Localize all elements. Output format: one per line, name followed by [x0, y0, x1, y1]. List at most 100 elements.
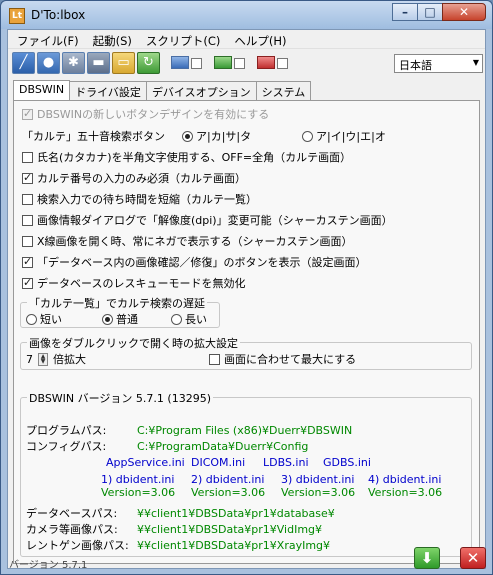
- zoom-fit-checkbox[interactable]: [209, 353, 220, 365]
- xray-checkbox[interactable]: [277, 58, 288, 69]
- karte-search-opt2-label: ア|イ|ウ|エ|オ: [316, 130, 386, 143]
- delay-normal-radio[interactable]: [102, 313, 113, 325]
- delay-options-row: 短い 普通 長い: [26, 311, 207, 327]
- dpi-option[interactable]: 画像情報ダイアログで「解像度(dpi)」変更可能（シャーカステン画面）: [22, 212, 393, 228]
- show-db-button-option[interactable]: 「データベース内の画像確認／修復」のボタンを表示（設定画面）: [22, 254, 366, 270]
- program-path-row: プログラムパス: C:¥Program Files (x86)¥Duerr¥DB…: [26, 422, 352, 438]
- menu-file[interactable]: ファイル(F): [10, 30, 86, 48]
- xray-path-value: ¥¥client1¥DBSData¥pr1¥XrayImg¥: [137, 538, 331, 552]
- menu-launch[interactable]: 起動(S): [86, 30, 139, 48]
- shorten-wait-checkbox[interactable]: [22, 193, 33, 205]
- zoom-unit-label: 倍拡大: [53, 353, 86, 366]
- disable-rescue-checkbox[interactable]: [22, 276, 33, 289]
- language-select[interactable]: 日本語 ▼: [394, 54, 483, 73]
- karte-search-row: 「カルテ」五十音検索ボタン ア|カ|サ|タ ア|イ|ウ|エ|オ: [22, 128, 386, 144]
- camera-path-row: カメラ等画像パス: ¥¥client1¥DBSData¥pr1¥VidImg¥: [26, 521, 322, 537]
- delay-short-label: 短い: [40, 313, 62, 326]
- halfwidth-label: 氏名(カタカナ)を半角文字使用する、OFF=全角（カルテ画面）: [37, 151, 352, 164]
- dbident-4-version: Version=3.06: [368, 486, 443, 499]
- folder-tool-button[interactable]: ▭: [112, 52, 135, 74]
- zoom-group-title: 画像をダブルクリックで開く時の拡大設定: [27, 335, 240, 351]
- new-button-design-checkbox[interactable]: [22, 107, 33, 120]
- karte-search-radio-2[interactable]: [302, 130, 313, 142]
- tab-system[interactable]: システム: [255, 81, 312, 100]
- halfwidth-option[interactable]: 氏名(カタカナ)を半角文字使用する、OFF=全角（カルテ画面）: [22, 149, 351, 165]
- tab-driver-settings[interactable]: ドライバ設定: [69, 81, 147, 100]
- show-db-button-label: 「データベース内の画像確認／修復」のボタンを表示（設定画面）: [37, 256, 367, 269]
- close-icon: ✕: [466, 549, 480, 567]
- tab-strip: DBSWIN ドライバ設定 デバイスオプション システム: [13, 80, 312, 101]
- pen-tool-button[interactable]: ╱: [12, 52, 35, 74]
- new-button-design-option[interactable]: DBSWINの新しいボタンデザインを有効にする: [22, 106, 269, 122]
- xray-path-row: レントゲン画像パス: ¥¥client1¥DBSData¥pr1¥XrayImg…: [26, 537, 330, 553]
- ini-files-row: AppService.ini DICOM.ini LDBS.ini GDBS.i…: [106, 456, 371, 469]
- numeric-only-option[interactable]: カルテ番号の入力のみ必須（カルテ画面）: [22, 170, 246, 186]
- karte-search-radio-1[interactable]: [182, 130, 193, 142]
- save-button[interactable]: ⬇: [414, 547, 440, 569]
- program-path-value: C:¥Program Files (x86)¥Duerr¥DBSWIN: [137, 423, 353, 437]
- xray-negative-label: X線画像を開く時、常にネガで表示する（シャーカステン画面）: [37, 235, 353, 248]
- ini-file-gdbs: GDBS.ini: [323, 456, 371, 469]
- refresh-tool-button[interactable]: ↻: [137, 52, 160, 74]
- app-icon-text: Lt: [11, 11, 23, 21]
- dbident-2-name: 2) dbident.ini: [191, 473, 265, 486]
- xray-negative-option[interactable]: X線画像を開く時、常にネガで表示する（シャーカステン画面）: [22, 233, 353, 249]
- show-db-button-checkbox[interactable]: [22, 255, 33, 268]
- maximize-button[interactable]: □: [417, 3, 443, 21]
- intraoral-checkbox[interactable]: [234, 58, 245, 69]
- toolbar: ╱ ● ✱ ▬ ▭ ↻ 日本語 ▼: [8, 49, 485, 78]
- ini-file-ldbs: LDBS.ini: [263, 456, 309, 469]
- menu-help[interactable]: ヘルプ(H): [227, 30, 293, 48]
- zoom-group: 画像をダブルクリックで開く時の拡大設定 7 ▲ ▼ 倍拡大 画面に合わせて最大に…: [20, 335, 472, 370]
- keyboard-icon: ▬: [92, 55, 105, 70]
- zoom-stepper[interactable]: ▲ ▼: [38, 352, 48, 366]
- dbident-4-name: 4) dbident.ini: [368, 473, 442, 486]
- dbswin-panel: DBSWINの新しいボタンデザインを有効にする 「カルテ」五十音検索ボタン ア|…: [13, 100, 480, 564]
- monitor-checkbox[interactable]: [191, 58, 202, 69]
- close-icon: ✕: [458, 5, 470, 19]
- karte-search-label: 「カルテ」五十音検索ボタン: [22, 130, 165, 143]
- download-icon: ⬇: [420, 549, 434, 567]
- minimize-button[interactable]: –: [392, 3, 418, 21]
- tab-device-options[interactable]: デバイスオプション: [145, 81, 257, 100]
- dbident-version-row: Version=3.06 Version=3.06 Version=3.06 V…: [101, 486, 442, 499]
- version-info-group: DBSWIN バージョン 5.7.1 (13295) プログラムパス: C:¥P…: [20, 390, 472, 557]
- xray-negative-checkbox[interactable]: [22, 235, 33, 247]
- keyboard-tool-button[interactable]: ▬: [87, 52, 110, 74]
- karte-search-opt1-label: ア|カ|サ|タ: [196, 130, 252, 143]
- menu-script[interactable]: スクリプト(C): [139, 30, 228, 48]
- dpi-label: 画像情報ダイアログで「解像度(dpi)」変更可能（シャーカステン画面）: [37, 214, 393, 227]
- delay-long-label: 長い: [185, 313, 207, 326]
- db-path-label: データベースパス:: [26, 507, 118, 520]
- cancel-button[interactable]: ✕: [460, 547, 486, 569]
- monitor-image-icon: [171, 56, 189, 69]
- footer-version: バージョン 5.7.1: [9, 560, 88, 571]
- refresh-icon: ↻: [143, 55, 154, 70]
- settings-tool-button[interactable]: ✱: [62, 52, 85, 74]
- delay-long-radio[interactable]: [171, 313, 182, 325]
- numeric-only-checkbox[interactable]: [22, 171, 33, 184]
- dpi-checkbox[interactable]: [22, 214, 33, 226]
- title-bar[interactable]: Lt D'To:lbox – □ ✕: [1, 1, 492, 29]
- disable-rescue-option[interactable]: データベースのレスキューモードを無効化: [22, 275, 245, 291]
- delay-short-radio[interactable]: [26, 313, 37, 325]
- close-window-button[interactable]: ✕: [442, 3, 486, 21]
- config-path-label: コンフィグパス:: [26, 440, 107, 453]
- shorten-wait-label: 検索入力での待ち時間を短縮（カルテ一覧）: [37, 193, 257, 206]
- disable-rescue-label: データベースのレスキューモードを無効化: [37, 277, 246, 290]
- stepper-down-icon[interactable]: ▼: [39, 359, 47, 365]
- window-title: D'To:lbox: [31, 8, 86, 22]
- xray-path-label: レントゲン画像パス:: [26, 539, 129, 552]
- numeric-only-label: カルテ番号の入力のみ必須（カルテ画面）: [37, 172, 246, 185]
- tab-dbswin[interactable]: DBSWIN: [13, 80, 71, 101]
- zoom-value-input[interactable]: 7: [26, 353, 33, 366]
- halfwidth-checkbox[interactable]: [22, 151, 33, 163]
- app-icon: Lt: [9, 8, 25, 24]
- minimize-icon: –: [402, 5, 408, 19]
- zoom-fit-label: 画面に合わせて最大にする: [224, 353, 357, 366]
- db-path-row: データベースパス: ¥¥client1¥DBSData¥pr1¥database…: [26, 505, 335, 521]
- shorten-wait-option[interactable]: 検索入力での待ち時間を短縮（カルテ一覧）: [22, 191, 257, 207]
- user-tool-button[interactable]: ●: [37, 52, 60, 74]
- dbident-row: 1) dbident.ini 2) dbident.ini 3) dbident…: [101, 473, 441, 486]
- camera-path-label: カメラ等画像パス:: [26, 523, 118, 536]
